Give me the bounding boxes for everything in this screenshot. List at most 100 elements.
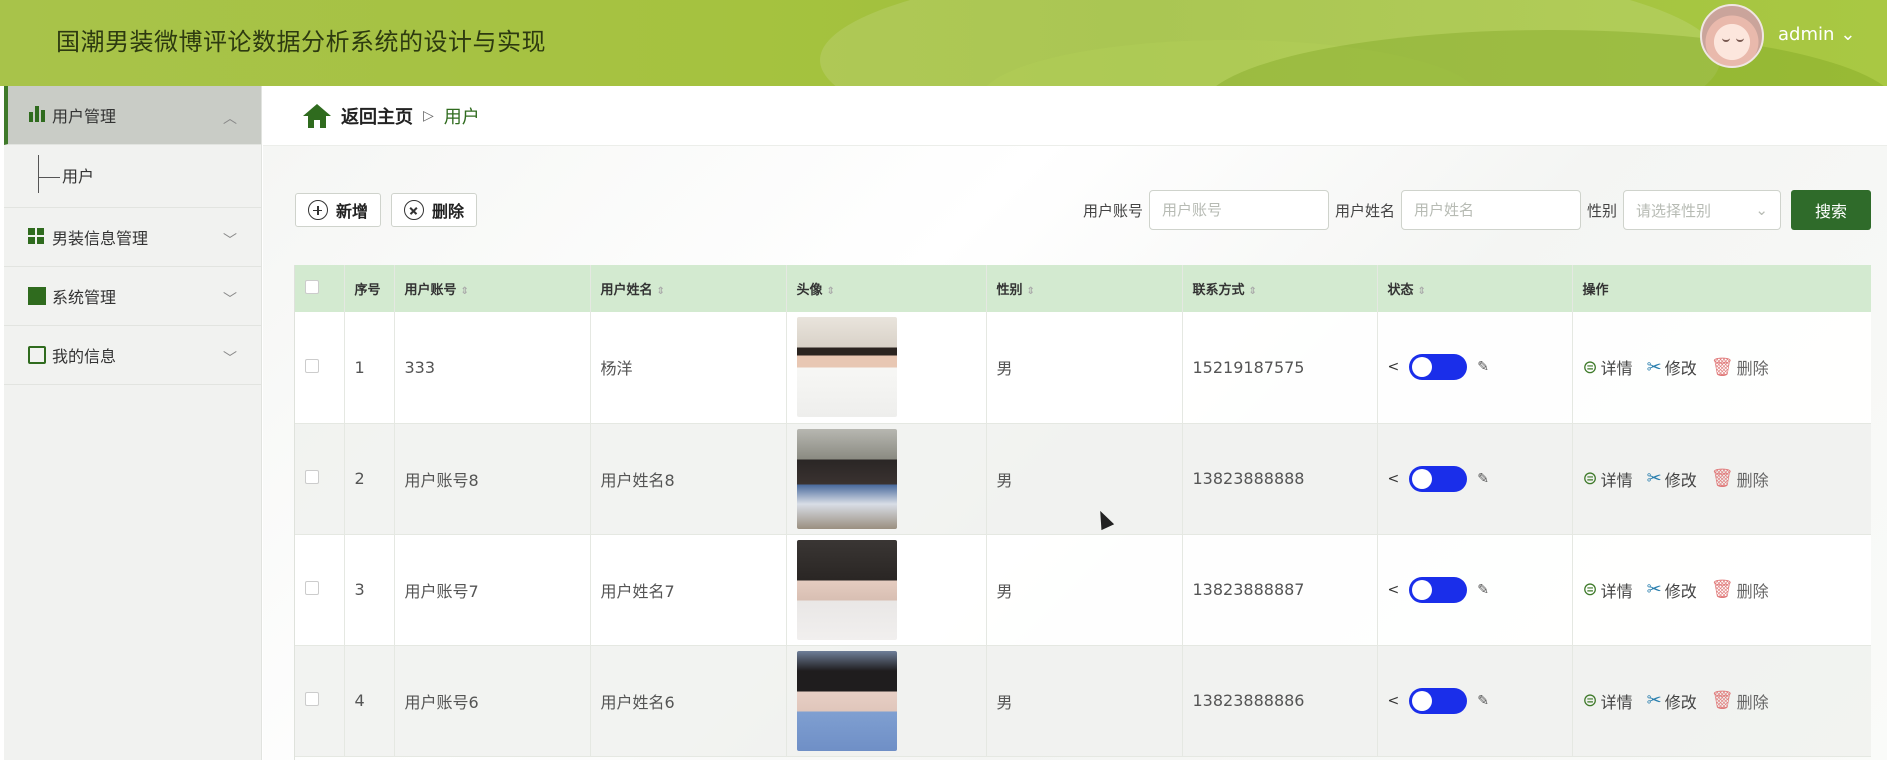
edit-button[interactable]: ✂ 修改	[1647, 467, 1697, 491]
detail-icon: ⊜	[1582, 356, 1598, 378]
chevron-down-icon: ﹀	[223, 351, 237, 367]
toolbar: 新增 删除	[295, 193, 478, 227]
share-icon: <	[1387, 470, 1400, 487]
sidebar-group-label: 男装信息管理	[52, 229, 149, 248]
row-index: 4	[344, 645, 395, 757]
breadcrumb-current: 用户	[443, 106, 480, 128]
sidebar-item-user[interactable]: 用户	[4, 145, 261, 208]
delete-button[interactable]: 🗑 删除	[1711, 355, 1769, 379]
gender-select[interactable]: 请选择性别 ⌄	[1623, 190, 1781, 230]
table-header-row: 序号 用户账号 ⇕ 用户姓名 ⇕ 头像 ⇕ 性别 ⇕ 联系方式 ⇕ 状态 ⇕ 操作	[295, 265, 1871, 312]
sort-icon: ⇕	[826, 286, 835, 297]
row-checkbox[interactable]	[305, 581, 319, 595]
sidebar-group-label: 系统管理	[52, 288, 117, 307]
chevron-down-icon: ⌄	[1840, 24, 1856, 45]
column-header: 序号	[344, 265, 395, 312]
sidebar-group-user-management[interactable]: 用户管理 ︿	[4, 86, 261, 145]
row-checkbox[interactable]	[305, 692, 319, 706]
delete-button[interactable]: 🗑 删除	[1711, 578, 1769, 602]
row-account: 用户账号8	[394, 423, 591, 535]
user-avatar-photo[interactable]	[796, 428, 897, 529]
row-index: 1	[344, 312, 395, 424]
status-toggle[interactable]	[1409, 465, 1468, 492]
search-form: 用户账号 用户姓名 性别 请选择性别 ⌄ 搜索	[1083, 190, 1871, 230]
edit-pen-icon: ✎	[1477, 692, 1489, 709]
trash-icon: 🗑	[1710, 579, 1734, 600]
detail-icon: ⊜	[1582, 690, 1598, 711]
sidebar-group-label: 我的信息	[52, 347, 117, 366]
select-all-header	[295, 265, 345, 312]
account-search-input[interactable]	[1148, 190, 1329, 230]
detail-button[interactable]: ⊜ 详情	[1583, 467, 1633, 491]
row-gender: 男	[986, 423, 1183, 535]
sidebar-group-system[interactable]: 系统管理 ﹀	[4, 267, 261, 326]
detail-button[interactable]: ⊜ 详情	[1583, 578, 1633, 602]
row-phone: 15219187575	[1182, 312, 1378, 424]
add-button[interactable]: 新增	[295, 193, 382, 227]
sidebar-group-menswear[interactable]: 男装信息管理 ﹀	[4, 208, 261, 267]
trash-icon: 🗑	[1710, 468, 1734, 489]
chevron-down-icon: ﹀	[223, 292, 237, 308]
edit-button[interactable]: ✂ 修改	[1647, 355, 1697, 379]
sidebar-group-my-info[interactable]: 我的信息 ﹀	[4, 326, 261, 385]
row-name: 用户姓名8	[590, 423, 787, 535]
row-gender: 男	[986, 645, 1183, 757]
column-header[interactable]: 用户姓名 ⇕	[590, 265, 787, 312]
row-gender: 男	[986, 312, 1183, 424]
status-toggle[interactable]	[1409, 354, 1468, 381]
row-name: 用户姓名7	[590, 534, 787, 646]
user-menu[interactable]: admin ⌄	[1778, 24, 1856, 45]
sort-icon: ⇕	[656, 286, 665, 297]
status-toggle[interactable]	[1409, 687, 1468, 714]
breadcrumb-separator: ▷	[423, 107, 434, 124]
search-button[interactable]: 搜索	[1791, 190, 1871, 230]
trash-icon: 🗑	[1710, 690, 1734, 711]
user-avatar-photo[interactable]	[796, 317, 897, 418]
table-row: 3 用户账号7 用户姓名7 男 13823888887 < ✎ ⊜ 详情 ✂ 修改 …	[295, 534, 1871, 646]
breadcrumb-home-link[interactable]: 返回主页	[341, 103, 413, 129]
row-checkbox[interactable]	[305, 358, 319, 373]
detail-button[interactable]: ⊜ 详情	[1583, 355, 1633, 379]
column-header[interactable]: 联系方式 ⇕	[1182, 265, 1378, 312]
id-card-icon	[28, 346, 46, 364]
sidebar-item-label: 用户	[62, 167, 95, 186]
chevron-down-icon: ﹀	[223, 233, 237, 249]
column-header[interactable]: 性别 ⇕	[986, 265, 1183, 312]
column-header[interactable]: 头像 ⇕	[786, 265, 987, 312]
row-name: 杨洋	[590, 312, 787, 424]
row-account: 用户账号7	[394, 534, 591, 646]
row-account: 333	[394, 312, 591, 424]
row-checkbox[interactable]	[305, 470, 319, 484]
row-phone: 13823888886	[1182, 645, 1378, 757]
share-icon: <	[1387, 581, 1400, 598]
row-index: 3	[344, 534, 395, 646]
name-search-input[interactable]	[1400, 190, 1581, 230]
edit-button[interactable]: ✂ 修改	[1647, 578, 1697, 602]
user-avatar-photo[interactable]	[796, 650, 897, 751]
detail-button[interactable]: ⊜ 详情	[1583, 689, 1633, 713]
status-toggle[interactable]	[1409, 576, 1468, 603]
wrench-icon: ✂	[1646, 690, 1662, 711]
username: admin	[1778, 24, 1835, 45]
name-label: 用户姓名	[1334, 201, 1395, 220]
account-label: 用户账号	[1082, 201, 1143, 220]
app-title: 国潮男装微博评论数据分析系统的设计与实现	[56, 28, 546, 56]
user-avatar-photo[interactable]	[796, 539, 897, 640]
delete-button[interactable]: 🗑 删除	[1711, 467, 1769, 491]
batch-delete-button[interactable]: 删除	[391, 193, 478, 227]
sort-icon: ⇕	[1248, 286, 1257, 297]
wrench-icon: ✂	[1646, 579, 1662, 600]
select-all-checkbox[interactable]	[305, 279, 319, 294]
user-avatar[interactable]	[1700, 4, 1764, 68]
home-icon[interactable]	[303, 103, 331, 128]
close-circle-icon	[404, 200, 425, 220]
column-header[interactable]: 用户账号 ⇕	[394, 265, 591, 312]
detail-icon: ⊜	[1582, 468, 1598, 489]
grid-icon	[28, 228, 46, 246]
edit-button[interactable]: ✂ 修改	[1647, 689, 1697, 713]
column-header[interactable]: 状态 ⇕	[1377, 265, 1573, 312]
edit-pen-icon: ✎	[1477, 359, 1489, 376]
row-phone: 13823888887	[1182, 534, 1378, 646]
delete-button[interactable]: 🗑 删除	[1711, 689, 1769, 713]
user-table: 序号 用户账号 ⇕ 用户姓名 ⇕ 头像 ⇕ 性别 ⇕ 联系方式 ⇕ 状态 ⇕ 操作 1 33…	[294, 265, 1871, 760]
